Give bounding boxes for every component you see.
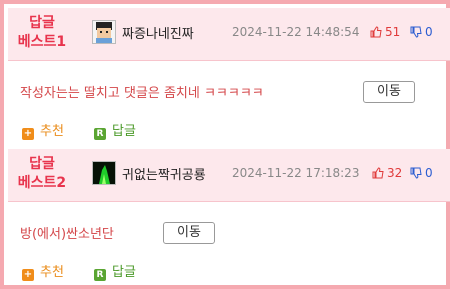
dislike-value: 0 (425, 25, 433, 39)
thumbs-down-icon (410, 167, 422, 182)
reply-label: 답글 (112, 265, 136, 280)
like-value: 32 (387, 166, 403, 180)
dislike-count[interactable]: 0 (410, 166, 433, 182)
recommend-label: 추천 (40, 265, 64, 280)
best-reply-1: 답글 베스트1 짜증나네진짜 2024-11-22 14:48:54 51 0 … (8, 8, 450, 147)
r-square-icon: R (94, 269, 106, 281)
reply-button[interactable]: R 답글 (94, 261, 136, 281)
like-count[interactable]: 32 (372, 166, 402, 182)
username[interactable]: 짜증나네진짜 (122, 23, 194, 42)
move-button[interactable]: 이동 (163, 222, 215, 244)
best-reply-2: 답글 베스트2 귀없는짝귀공룡 2024-11-22 17:18:23 32 0… (8, 149, 450, 289)
recommend-button[interactable]: + 추천 (22, 261, 64, 281)
best-replies-panel: 답글 베스트1 짜증나네진짜 2024-11-22 14:48:54 51 0 … (0, 0, 450, 289)
best-badge: 답글 베스트1 (12, 14, 72, 52)
plus-square-icon: + (22, 269, 34, 281)
thumbs-up-icon (372, 167, 384, 182)
reply-header: 답글 베스트2 귀없는짝귀공룡 2024-11-22 17:18:23 32 0 (8, 149, 450, 202)
dislike-count[interactable]: 0 (410, 25, 433, 41)
dislike-value: 0 (425, 166, 433, 180)
username[interactable]: 귀없는짝귀공룡 (122, 164, 206, 183)
avatar[interactable] (92, 20, 116, 44)
badge-line-1: 답글 (29, 15, 55, 31)
thumbs-up-icon (370, 26, 382, 41)
best-badge: 답글 베스트2 (12, 155, 72, 193)
recommend-label: 추천 (40, 124, 64, 139)
reply-button[interactable]: R 답글 (94, 120, 136, 140)
timestamp: 2024-11-22 17:18:23 (232, 166, 360, 180)
like-value: 51 (385, 25, 401, 39)
reply-content: 방(에서)싼소년단 (20, 227, 114, 242)
badge-line-2: 베스트2 (17, 175, 67, 191)
reply-content: 작성자는는 딸치고 댓글은 좀치네 ㅋㅋㅋㅋㅋ (20, 86, 264, 101)
plus-square-icon: + (22, 128, 34, 140)
thumbs-down-icon (410, 26, 422, 41)
avatar[interactable] (92, 161, 116, 185)
recommend-button[interactable]: + 추천 (22, 120, 64, 140)
badge-line-1: 답글 (29, 156, 55, 172)
reply-label: 답글 (112, 124, 136, 139)
reply-header: 답글 베스트1 짜증나네진짜 2024-11-22 14:48:54 51 0 (8, 8, 450, 61)
like-count[interactable]: 51 (370, 25, 400, 41)
r-square-icon: R (94, 128, 106, 140)
timestamp: 2024-11-22 14:48:54 (232, 25, 360, 39)
badge-line-2: 베스트1 (17, 34, 67, 50)
move-button[interactable]: 이동 (363, 81, 415, 103)
